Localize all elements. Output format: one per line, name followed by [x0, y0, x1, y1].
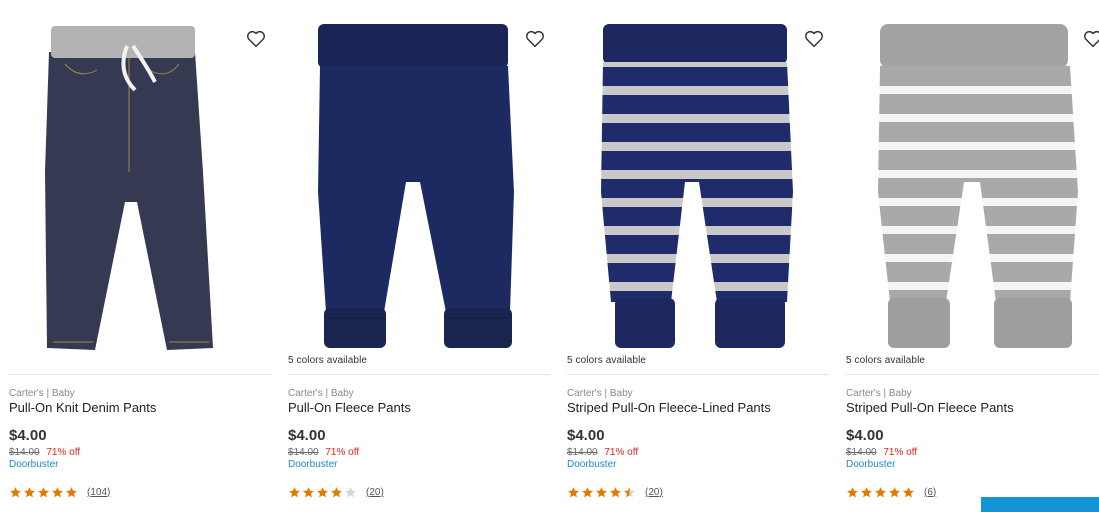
product-title[interactable]: Striped Pull-On Fleece-Lined Pants — [567, 400, 771, 415]
star-empty-icon — [344, 486, 357, 499]
star-rating — [9, 486, 79, 499]
star-filled-icon — [9, 486, 22, 499]
product-price: $4.00 — [9, 427, 47, 444]
original-price: $14.00 — [567, 447, 598, 458]
original-price: $14.00 — [288, 447, 319, 458]
colors-available[interactable]: 5 colors available — [846, 354, 925, 368]
product-brand: Carter's | Baby — [567, 388, 633, 399]
star-filled-icon — [888, 486, 901, 499]
wishlist-heart-icon[interactable] — [524, 28, 546, 50]
discount-label: 71% off — [604, 447, 639, 458]
product-image[interactable] — [846, 12, 1099, 354]
chat-button[interactable] — [981, 497, 1099, 512]
product-card[interactable]: 5 colors available Carter's | Baby Strip… — [846, 0, 1099, 512]
doorbuster-badge: Doorbuster — [9, 459, 59, 470]
product-price: $4.00 — [846, 427, 884, 444]
product-brand: Carter's | Baby — [9, 388, 75, 399]
pants-denim-icon — [45, 26, 213, 350]
star-filled-icon — [595, 486, 608, 499]
original-price: $14.00 — [9, 447, 40, 458]
product-rating[interactable]: (20) — [288, 485, 384, 499]
product-image[interactable] — [567, 12, 829, 354]
product-rating[interactable]: (6) — [846, 485, 936, 499]
price-comparison: $14.00 71% off — [9, 447, 80, 458]
star-filled-icon — [567, 486, 580, 499]
wishlist-heart-icon[interactable] — [803, 28, 825, 50]
product-title[interactable]: Pull-On Knit Denim Pants — [9, 400, 156, 415]
discount-label: 71% off — [325, 447, 360, 458]
star-filled-icon — [846, 486, 859, 499]
product-price: $4.00 — [288, 427, 326, 444]
product-card[interactable]: Carter's | Baby Pull-On Knit Denim Pants… — [9, 0, 271, 512]
star-filled-icon — [23, 486, 36, 499]
review-count[interactable]: (6) — [924, 487, 936, 498]
price-comparison: $14.00 71% off — [567, 447, 638, 458]
product-rating[interactable]: (104) — [9, 485, 110, 499]
star-filled-icon — [37, 486, 50, 499]
original-price: $14.00 — [846, 447, 877, 458]
product-card[interactable]: 5 colors available Carter's | Baby Strip… — [567, 0, 829, 512]
doorbuster-badge: Doorbuster — [288, 459, 338, 470]
product-image[interactable] — [9, 12, 271, 354]
star-filled-icon — [609, 486, 622, 499]
wishlist-heart-icon[interactable] — [1082, 28, 1099, 50]
star-filled-icon — [874, 486, 887, 499]
doorbuster-badge: Doorbuster — [846, 459, 896, 470]
product-card[interactable]: 5 colors available Carter's | Baby Pull-… — [288, 0, 550, 512]
product-brand: Carter's | Baby — [846, 388, 912, 399]
review-count[interactable]: (20) — [645, 487, 663, 498]
divider — [846, 374, 1099, 375]
product-grid: Carter's | Baby Pull-On Knit Denim Pants… — [0, 0, 1099, 512]
discount-label: 71% off — [46, 447, 81, 458]
product-brand: Carter's | Baby — [288, 388, 354, 399]
star-filled-icon — [860, 486, 873, 499]
review-count[interactable]: (104) — [87, 487, 110, 498]
divider — [9, 374, 271, 375]
colors-available[interactable]: 5 colors available — [567, 354, 646, 368]
star-filled-icon — [581, 486, 594, 499]
pants-gray-stripe-icon — [878, 24, 1078, 348]
pants-navy-icon — [318, 24, 514, 348]
product-image[interactable] — [288, 12, 550, 354]
price-comparison: $14.00 71% off — [846, 447, 917, 458]
price-comparison: $14.00 71% off — [288, 447, 359, 458]
product-rating[interactable]: (20) — [567, 485, 663, 499]
divider — [288, 374, 550, 375]
star-filled-icon — [330, 486, 343, 499]
product-price: $4.00 — [567, 427, 605, 444]
pants-navy-stripe-icon — [601, 24, 793, 348]
star-filled-icon — [65, 486, 78, 499]
wishlist-heart-icon[interactable] — [245, 28, 267, 50]
star-rating — [846, 486, 916, 499]
star-filled-icon — [288, 486, 301, 499]
star-filled-icon — [902, 486, 915, 499]
divider — [567, 374, 829, 375]
doorbuster-badge: Doorbuster — [567, 459, 617, 470]
star-rating — [567, 486, 637, 499]
colors-available[interactable]: 5 colors available — [288, 354, 367, 368]
star-filled-icon — [316, 486, 329, 499]
star-filled-icon — [51, 486, 64, 499]
star-rating — [288, 486, 358, 499]
discount-label: 71% off — [883, 447, 918, 458]
product-title[interactable]: Pull-On Fleece Pants — [288, 400, 411, 415]
product-title[interactable]: Striped Pull-On Fleece Pants — [846, 400, 1014, 415]
star-filled-icon — [302, 486, 315, 499]
review-count[interactable]: (20) — [366, 487, 384, 498]
star-half-icon — [623, 486, 636, 499]
